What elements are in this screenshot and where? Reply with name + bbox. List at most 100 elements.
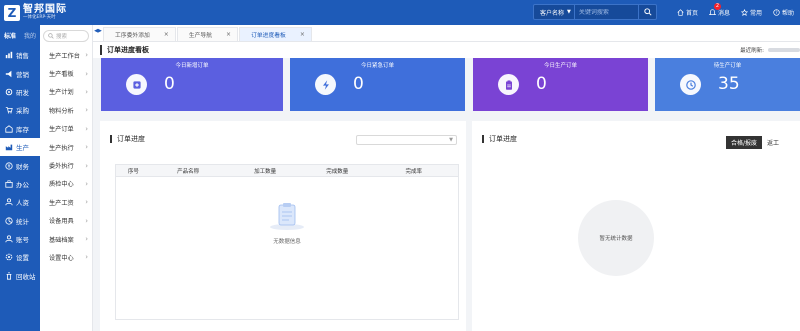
rail-tab-mine[interactable]: 我的 bbox=[20, 31, 40, 40]
help-link[interactable]: ? 帮助 bbox=[773, 8, 794, 17]
help-icon: ? bbox=[773, 9, 780, 16]
sales-icon bbox=[5, 51, 13, 59]
submenu-item-label: 质检中心 bbox=[49, 181, 74, 189]
stat-title: 待生产订单 bbox=[713, 63, 742, 69]
rail-item-label: 销售 bbox=[16, 52, 29, 61]
search-scope-select[interactable]: 客户名称 ▼ bbox=[534, 5, 575, 19]
purchase-icon bbox=[5, 106, 13, 114]
search-icon bbox=[48, 32, 54, 39]
rail-item-label: 营销 bbox=[16, 70, 29, 79]
tab-scroll-icon[interactable]: ◀▶ bbox=[93, 24, 103, 41]
stat-value: 0 bbox=[164, 74, 175, 94]
submenu-item-label: 生产看板 bbox=[49, 71, 74, 79]
tab-label: 工序委外添加 bbox=[115, 33, 150, 39]
chevron-right-icon: › bbox=[85, 198, 88, 207]
tab-0[interactable]: 工序委外添加 × bbox=[103, 27, 176, 41]
home-link[interactable]: 首页 bbox=[677, 8, 698, 17]
rail-tab-standard[interactable]: 标准 bbox=[0, 31, 20, 40]
submenu-item-1[interactable]: 生产看板 › bbox=[40, 64, 92, 82]
rail-item-3[interactable]: 采购 bbox=[0, 101, 40, 119]
stat-title: 今日新增订单 bbox=[175, 63, 209, 69]
tab-1[interactable]: 生产导航 × bbox=[176, 27, 239, 41]
rail-item-label: 回收站 bbox=[16, 272, 36, 281]
rail-item-4[interactable]: 库存 bbox=[0, 120, 40, 138]
submenu-search-input[interactable]: 搜索 bbox=[43, 29, 89, 42]
chevron-right-icon: › bbox=[85, 143, 88, 152]
tab-label: 订单进度看板 bbox=[251, 33, 286, 39]
chevron-right-icon: › bbox=[85, 216, 88, 225]
column-header: 序号 bbox=[127, 168, 139, 175]
favorites-link[interactable]: 常用 bbox=[740, 8, 762, 17]
rail-item-10[interactable]: 账号 bbox=[0, 230, 40, 248]
chevron-right-icon: › bbox=[85, 124, 88, 133]
stat-card-3[interactable]: 待生产订单 35 bbox=[655, 58, 800, 111]
order-progress-table-panel: 订单进度 ▼ 序号 产品名称 加工数量 完成数量 完成率 无数据信息 bbox=[100, 121, 466, 331]
search-input[interactable] bbox=[574, 8, 638, 16]
svg-text:¥: ¥ bbox=[7, 163, 10, 169]
recycle-icon bbox=[5, 272, 13, 280]
rail-item-label: 采购 bbox=[16, 107, 29, 116]
submenu-item-2[interactable]: 生产计划 › bbox=[40, 83, 92, 101]
search-icon bbox=[643, 8, 652, 16]
rail-item-1[interactable]: 营销 bbox=[0, 64, 40, 82]
chevron-right-icon: › bbox=[85, 235, 88, 244]
submenu-item-label: 生产计划 bbox=[49, 89, 74, 97]
rail-item-12[interactable]: 回收站 bbox=[0, 267, 40, 285]
rail-item-label: 办公 bbox=[16, 180, 29, 189]
stat-value: 0 bbox=[536, 74, 547, 94]
rail-item-label: 库存 bbox=[16, 125, 29, 134]
submenu-item-4[interactable]: 生产订单 › bbox=[40, 120, 92, 138]
rail-item-8[interactable]: 人资 bbox=[0, 193, 40, 211]
empty-state: 无数据信息 bbox=[116, 201, 458, 245]
rail-item-label: 人资 bbox=[16, 199, 29, 208]
favorites-label: 常用 bbox=[749, 10, 762, 17]
submenu-item-3[interactable]: 物料分析 › bbox=[40, 101, 92, 119]
segment-rework[interactable]: 返工 bbox=[762, 136, 784, 149]
column-header: 加工数量 bbox=[254, 168, 277, 175]
stat-card-1[interactable]: 今日紧急订单 0 bbox=[290, 58, 465, 111]
brand-logo[interactable]: Z 智邦国际 一体化ERP·天时 bbox=[0, 0, 96, 25]
top-header: Z 智邦国际 一体化ERP·天时 客户名称 ▼ 首页 2 消息 常用 bbox=[0, 0, 800, 25]
stat-card-0[interactable]: 今日新增订单 0 bbox=[101, 58, 283, 111]
page-tabs: ◀▶ 工序委外添加 × 生产导航 × 订单进度看板 × bbox=[93, 25, 800, 42]
chevron-right-icon: › bbox=[85, 161, 88, 170]
stats-icon bbox=[5, 217, 13, 225]
rail-item-6[interactable]: ¥ 财务 bbox=[0, 156, 40, 174]
message-link[interactable]: 2 消息 bbox=[708, 3, 730, 17]
global-search: 客户名称 ▼ bbox=[533, 4, 657, 20]
tab-2[interactable]: 订单进度看板 × bbox=[239, 27, 312, 41]
rail-item-7[interactable]: 办公 bbox=[0, 175, 40, 193]
submenu-item-7[interactable]: 质检中心 › bbox=[40, 175, 92, 193]
rail-item-9[interactable]: 统计 bbox=[0, 212, 40, 230]
search-button[interactable] bbox=[638, 5, 656, 19]
rail-item-11[interactable]: 设置 bbox=[0, 248, 40, 266]
rail-item-2[interactable]: 研发 bbox=[0, 83, 40, 101]
stat-card-2[interactable]: 今日生产订单 0 bbox=[473, 58, 648, 111]
last-refresh: 最近刷新: bbox=[740, 46, 800, 54]
submenu-item-8[interactable]: 生产工资 › bbox=[40, 193, 92, 211]
close-icon[interactable]: × bbox=[300, 31, 305, 38]
submenu-item-10[interactable]: 基础档案 › bbox=[40, 230, 92, 248]
account-icon bbox=[5, 235, 13, 243]
rail-item-5[interactable]: 生产 bbox=[0, 137, 40, 157]
submenu-item-6[interactable]: 委外执行 › bbox=[40, 156, 92, 174]
chevron-right-icon: › bbox=[85, 87, 88, 96]
chevron-down-icon: ▼ bbox=[449, 137, 453, 143]
rail-item-0[interactable]: 销售 bbox=[0, 46, 40, 64]
submenu-item-5[interactable]: 生产执行 › bbox=[40, 138, 92, 156]
clock-icon bbox=[680, 74, 701, 95]
finance-icon: ¥ bbox=[5, 161, 13, 170]
rail-item-label: 统计 bbox=[16, 217, 29, 226]
rnd-icon bbox=[5, 88, 13, 96]
submenu-item-9[interactable]: 设备用具 › bbox=[40, 212, 92, 230]
order-filter-select[interactable]: ▼ bbox=[356, 135, 457, 145]
segment-pass-scrap[interactable]: 合格/报废 bbox=[726, 136, 763, 149]
refresh-time-redacted bbox=[768, 48, 800, 52]
close-icon[interactable]: × bbox=[226, 31, 231, 38]
submenu-item-0[interactable]: 生产工作台 › bbox=[40, 46, 92, 64]
brand-name: 智邦国际 bbox=[23, 4, 67, 15]
rail-item-label: 设置 bbox=[16, 254, 29, 263]
submenu-item-11[interactable]: 设置中心 › bbox=[40, 248, 92, 266]
column-header: 完成率 bbox=[405, 168, 423, 175]
close-icon[interactable]: × bbox=[164, 31, 169, 38]
